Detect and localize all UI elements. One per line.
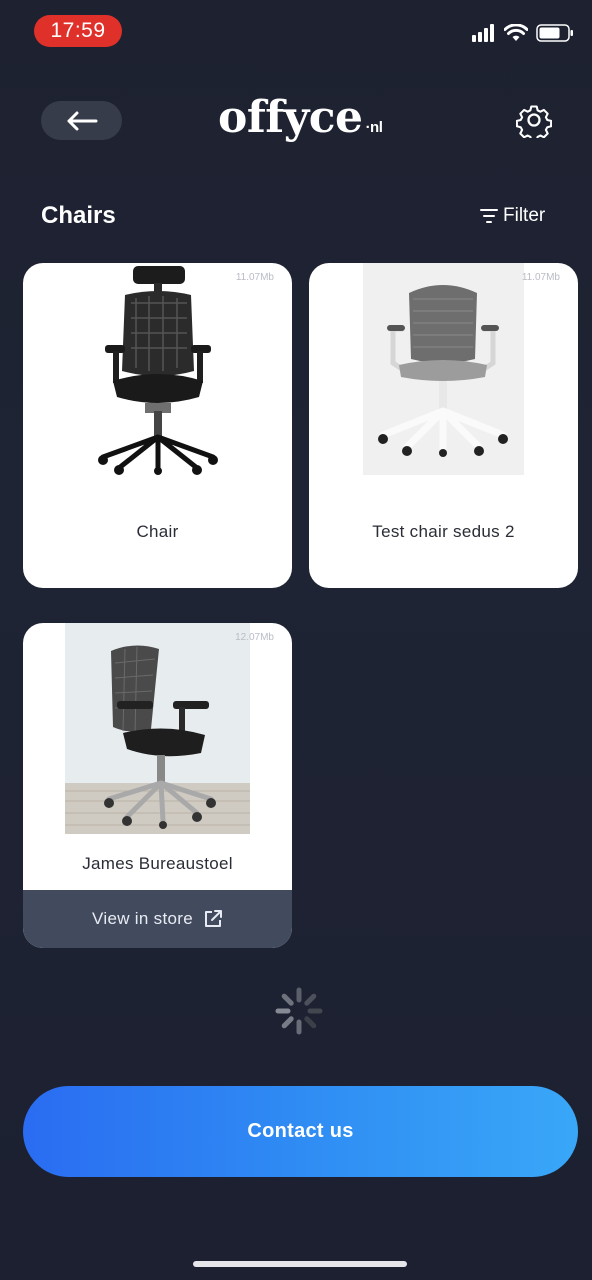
file-size-label: 11.07Mb bbox=[521, 272, 560, 283]
status-icons bbox=[472, 24, 574, 42]
app-logo: offyce ·nl bbox=[218, 92, 383, 152]
arrow-left-icon bbox=[67, 111, 97, 130]
gear-icon bbox=[515, 105, 553, 142]
product-image bbox=[65, 623, 250, 834]
battery-icon bbox=[536, 24, 573, 42]
office-chair-room-icon bbox=[65, 623, 250, 834]
file-size-label: 12.07Mb bbox=[235, 632, 274, 643]
logo-suffix: ·nl bbox=[365, 119, 383, 136]
logo-main: offyce bbox=[218, 92, 363, 143]
status-bar: 17:59 bbox=[0, 0, 592, 60]
loading-spinner-icon bbox=[274, 986, 324, 1036]
product-name: Chair bbox=[136, 522, 179, 541]
product-card[interactable]: 12.07Mb James Bureaustoel View in store bbox=[23, 623, 292, 948]
home-indicator bbox=[193, 1261, 407, 1267]
black-office-chair-icon bbox=[91, 263, 225, 475]
settings-button[interactable] bbox=[515, 102, 553, 142]
view-in-store-label: View in store bbox=[92, 909, 193, 928]
contact-us-button[interactable]: Contact us bbox=[23, 1086, 578, 1177]
file-size-label: 11.07Mb bbox=[235, 272, 274, 283]
view-in-store-button[interactable]: View in store bbox=[23, 890, 292, 948]
product-card[interactable]: 11.07Mb Chair bbox=[23, 263, 292, 588]
external-link-icon bbox=[204, 910, 222, 927]
product-name: James Bureaustoel bbox=[82, 854, 233, 873]
wifi-icon bbox=[504, 24, 528, 41]
product-name: Test chair sedus 2 bbox=[372, 522, 515, 541]
signal-icon bbox=[472, 24, 494, 42]
section-title: Chairs bbox=[41, 202, 116, 229]
grey-office-chair-icon bbox=[363, 263, 524, 475]
filter-icon bbox=[480, 209, 498, 223]
filter-button[interactable]: Filter bbox=[480, 205, 545, 227]
product-image bbox=[363, 263, 524, 475]
filter-label: Filter bbox=[503, 205, 546, 226]
back-button[interactable] bbox=[41, 101, 122, 140]
status-time: 17:59 bbox=[34, 15, 122, 47]
product-card[interactable]: 11.07Mb Test chair sedus 2 bbox=[309, 263, 578, 588]
product-image bbox=[91, 263, 225, 475]
